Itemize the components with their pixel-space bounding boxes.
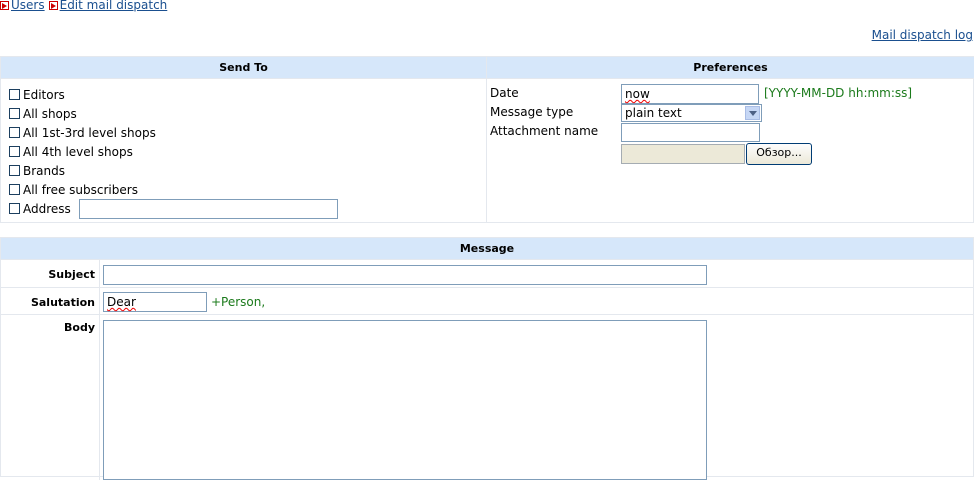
salutation-label: Salutation xyxy=(30,296,95,309)
option-all-shops[interactable]: All shops xyxy=(9,104,77,123)
brands-checkbox[interactable] xyxy=(9,165,20,176)
salutation-input[interactable]: Dear xyxy=(103,292,207,312)
salutation-suffix: +Person, xyxy=(211,295,266,309)
date-format-hint: [YYYY-MM-DD hh:mm:ss] xyxy=(764,86,913,100)
subject-input[interactable] xyxy=(103,265,707,285)
preferences-section: Preferences Date now [YYYY-MM-DD hh:mm:s… xyxy=(487,57,974,222)
body-row: Body xyxy=(1,315,973,480)
option-1st-3rd-level-shops[interactable]: All 1st-3rd level shops xyxy=(9,123,156,142)
attachment-name-label: Attachment name xyxy=(490,124,599,138)
4th-level-shops-checkbox[interactable] xyxy=(9,146,20,157)
message-type-select[interactable]: plain text xyxy=(621,104,762,122)
message-panel: Message Subject Salutation Dear +Person,… xyxy=(0,237,974,480)
chevron-down-icon[interactable] xyxy=(745,106,760,120)
browse-button[interactable]: Обзор... xyxy=(746,143,812,165)
option-address[interactable]: Address xyxy=(9,199,71,218)
editors-checkbox[interactable] xyxy=(9,89,20,100)
body-label: Body xyxy=(64,321,95,334)
salutation-row: Salutation Dear +Person, xyxy=(1,288,973,315)
date-value: now xyxy=(625,87,650,101)
option-free-subscribers[interactable]: All free subscribers xyxy=(9,180,138,199)
preferences-header: Preferences xyxy=(487,57,974,79)
address-label: Address xyxy=(23,201,71,216)
send-to-header: Send To xyxy=(1,57,486,79)
4th-level-shops-label: All 4th level shops xyxy=(23,144,133,159)
1st-3rd-level-shops-label: All 1st-3rd level shops xyxy=(23,125,156,140)
option-4th-level-shops[interactable]: All 4th level shops xyxy=(9,142,133,161)
address-input[interactable] xyxy=(79,199,338,219)
option-brands[interactable]: Brands xyxy=(9,161,65,180)
editors-label: Editors xyxy=(23,87,65,102)
mail-dispatch-log-link[interactable]: Mail dispatch log xyxy=(872,28,973,42)
salutation-value: Dear xyxy=(107,295,136,309)
brands-label: Brands xyxy=(23,163,65,178)
message-type-value: plain text xyxy=(625,106,682,120)
all-shops-checkbox[interactable] xyxy=(9,108,20,119)
breadcrumb-users-link[interactable]: Users xyxy=(11,0,45,12)
subject-row: Subject xyxy=(1,260,973,288)
free-subscribers-checkbox[interactable] xyxy=(9,184,20,195)
1st-3rd-level-shops-checkbox[interactable] xyxy=(9,127,20,138)
arrow-box-icon xyxy=(48,0,58,10)
breadcrumb-edit-mail-dispatch-link[interactable]: Edit mail dispatch xyxy=(60,0,168,12)
send-preferences-panel: Send To Editors All shops All 1st-3rd le… xyxy=(0,56,974,223)
date-label: Date xyxy=(490,86,519,100)
free-subscribers-label: All free subscribers xyxy=(23,182,138,197)
address-checkbox[interactable] xyxy=(9,203,20,214)
date-input[interactable]: now xyxy=(621,84,759,104)
send-to-section: Send To Editors All shops All 1st-3rd le… xyxy=(1,57,487,222)
message-type-label: Message type xyxy=(490,105,574,119)
file-path-input[interactable] xyxy=(621,144,745,164)
body-textarea[interactable] xyxy=(103,320,707,480)
attachment-name-input[interactable] xyxy=(621,123,760,142)
all-shops-label: All shops xyxy=(23,106,77,121)
arrow-box-icon xyxy=(0,0,9,10)
subject-label: Subject xyxy=(48,268,95,281)
breadcrumb: Users Edit mail dispatch xyxy=(0,0,171,12)
message-header: Message xyxy=(1,238,973,260)
option-editors[interactable]: Editors xyxy=(9,85,65,104)
